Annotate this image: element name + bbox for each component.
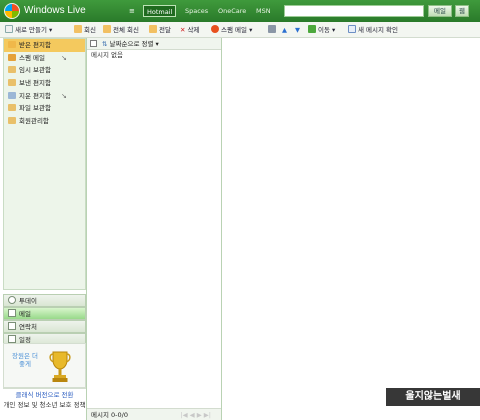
nav-hotmail[interactable]: Hotmail: [143, 5, 177, 17]
move-icon: [308, 25, 316, 33]
sent-icon: [8, 79, 16, 87]
folder-sent[interactable]: 보낸 편지함: [4, 77, 85, 90]
folder-label: 파일 보관함: [19, 104, 51, 113]
reply-all-icon: [103, 25, 111, 33]
section-label: 투데이: [19, 297, 37, 305]
message-count: 메시지 0-0/0: [91, 411, 128, 419]
deleted-icon: [8, 91, 16, 99]
section-label: 연락처: [19, 323, 37, 331]
check-mail-label: 새 메시지 확인: [358, 26, 399, 34]
search-mail-button[interactable]: 메일: [428, 5, 452, 17]
move-up-button[interactable]: ▲: [282, 25, 287, 35]
nav-onecare[interactable]: OneCare: [215, 5, 249, 17]
members-icon: [8, 117, 16, 125]
arrow-up-icon: ▲: [282, 26, 287, 34]
forward-button[interactable]: 전달: [149, 25, 171, 35]
delete-button[interactable]: ✕ 삭제: [180, 25, 199, 35]
move-down-button[interactable]: ▼: [295, 25, 300, 35]
top-header: Windows Live ≡ Hotmail Spaces OneCare MS…: [0, 0, 480, 22]
print-button[interactable]: [268, 25, 278, 35]
junk-icon: [211, 25, 219, 33]
select-all-checkbox[interactable]: [90, 40, 97, 47]
reply-icon: [74, 25, 82, 33]
folder-inbox[interactable]: 받은 편지함: [4, 39, 85, 52]
folder-label: 받은 편지함: [19, 41, 51, 49]
reply-label: 회신: [84, 26, 96, 34]
archive-icon: [8, 104, 16, 112]
watermark: 울지않는벌새: [386, 388, 480, 406]
pager-controls[interactable]: |◀ ◀ ▶ ▶|: [180, 409, 211, 420]
folder-label: 지운 편지함: [19, 91, 51, 100]
section-label: 메일: [19, 310, 31, 318]
privacy-link[interactable]: 개인 정보 및 청소년 보호 정책: [3, 401, 86, 409]
forward-icon: [149, 25, 157, 33]
forward-label: 전달: [159, 26, 171, 34]
contacts-icon: [8, 322, 16, 330]
reply-all-label: 전체 회신: [113, 26, 139, 34]
reply-button[interactable]: 회신: [74, 25, 96, 35]
delete-icon: ✕: [180, 26, 186, 34]
junk-folder-icon: [8, 53, 16, 61]
folder-deleted[interactable]: 지운 편지함 ↘: [4, 90, 85, 103]
mail-icon: [8, 309, 16, 317]
print-icon: [268, 25, 276, 33]
move-button[interactable]: 이동 ▾: [308, 25, 335, 35]
inbox-icon: [8, 41, 16, 48]
folder-junk[interactable]: 스팸 메일 ↘: [4, 52, 85, 65]
brand-name[interactable]: Windows Live: [24, 5, 86, 16]
folder-label: 회원관리함: [19, 117, 49, 126]
junk-button[interactable]: 스팸 메일 ▾: [211, 25, 252, 35]
calendar-icon: [8, 335, 16, 343]
nav-spaces[interactable]: Spaces: [182, 5, 211, 17]
message-list: ⇅ 날짜순으로 정렬 ▾ 메시지 없음 메시지 0-0/0 |◀ ◀ ▶ ▶|: [87, 38, 222, 420]
delete-label: 삭제: [187, 26, 200, 34]
junk-label: 스팸 메일: [221, 26, 247, 34]
section-today[interactable]: 투데이: [3, 294, 86, 307]
left-pane: 받은 편지함 스팸 메일 ↘ 임시 보관함 보낸 편지함 지운 편지함 ↘ 파일 보…: [0, 38, 87, 420]
windows-logo-icon[interactable]: [4, 3, 20, 19]
reading-pane: [222, 38, 480, 420]
move-label: 이동: [318, 26, 330, 34]
new-button[interactable]: 새로 만들기 ▾: [5, 25, 52, 35]
folder-label: 보낸 편지함: [19, 79, 51, 88]
trophy-icon: [49, 351, 71, 382]
sort-dropdown[interactable]: 날짜순으로 정렬: [110, 40, 154, 48]
reply-all-button[interactable]: 전체 회신: [103, 25, 139, 35]
section-contacts[interactable]: 연락처: [3, 320, 86, 333]
empty-folder-icon[interactable]: ↘: [61, 90, 67, 103]
promo-text: 장원은 더 좋게: [12, 352, 38, 368]
message-list-header: ⇅ 날짜순으로 정렬 ▾: [87, 38, 221, 50]
empty-folder-icon[interactable]: ↘: [61, 52, 67, 65]
promo-banner[interactable]: 장원은 더 좋게: [3, 343, 86, 388]
folder-archive[interactable]: 파일 보관함: [4, 102, 85, 115]
folder-drafts[interactable]: 임시 보관함: [4, 64, 85, 77]
arrow-down-icon: ▼: [295, 26, 300, 34]
search-input[interactable]: [284, 5, 424, 17]
check-mail-button[interactable]: 새 메시지 확인: [348, 25, 398, 35]
folder-label: 스팸 메일: [19, 53, 45, 62]
folder-members[interactable]: 회원관리함: [4, 115, 85, 128]
new-label: 새로 만들기: [15, 26, 47, 34]
section-mail[interactable]: 메일: [3, 307, 86, 320]
menu-icon[interactable]: ≡: [129, 7, 135, 15]
mail-toolbar: 새로 만들기 ▾ 회신 전체 회신 전달 ✕ 삭제 스팸 메일 ▾ ▲ ▼ 이동 …: [0, 22, 480, 38]
drafts-icon: [8, 66, 16, 74]
folder-list: 받은 편지함 스팸 메일 ↘ 임시 보관함 보낸 편지함 지운 편지함 ↘ 파일 보…: [3, 38, 86, 290]
folder-label: 임시 보관함: [19, 66, 51, 75]
sort-icon: ⇅: [102, 40, 108, 48]
message-list-footer: 메시지 0-0/0 |◀ ◀ ▶ ▶|: [87, 408, 221, 420]
classic-version-link[interactable]: 클래식 버전으로 전환: [3, 388, 86, 400]
empty-message-text: 메시지 없음: [91, 51, 123, 59]
refresh-icon: [348, 25, 356, 33]
nav-msn[interactable]: MSN: [253, 5, 274, 17]
new-mail-icon: [5, 25, 13, 33]
today-icon: [8, 296, 16, 304]
search-web-button[interactable]: 웹: [455, 5, 469, 17]
